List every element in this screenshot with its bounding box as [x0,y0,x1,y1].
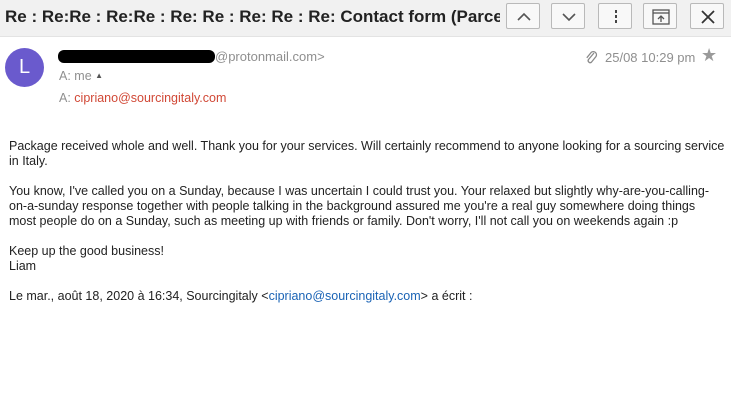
email-subject: Re : Re:Re : Re:Re : Re: Re : Re: Re : R… [5,7,500,26]
message-body: Package received whole and well. Thank y… [9,139,725,319]
paragraph-2: You know, I've called you on a Sunday, b… [9,184,710,228]
closing-line: Keep up the good business! [9,244,164,258]
recipient-row: A: me ▲ [59,69,103,83]
close-button[interactable] [690,3,724,29]
to-label: A: [59,69,71,83]
quote-prefix: Le mar., août 18, 2020 à 16:34, Sourcing… [9,289,269,303]
redacted-sender-name [58,50,215,63]
close-icon [701,10,715,24]
quote-email-link[interactable]: cipriano@sourcingitaly.com [269,289,421,303]
message-date: 25/08 10:29 pm [605,50,696,65]
chevron-down-icon [562,13,576,22]
quote-header: Le mar., août 18, 2020 à 16:34, Sourcing… [9,289,725,304]
details-caret-icon[interactable]: ▲ [95,71,103,80]
popout-icon [652,9,670,25]
paragraph-3: Keep up the good business! Liam [9,244,725,274]
cc-label: A: [59,91,71,105]
expand-button[interactable] [551,3,585,29]
collapse-button[interactable] [506,3,540,29]
sender-avatar[interactable]: L [5,48,44,87]
popout-button[interactable] [643,3,677,29]
title-bar: Re : Re:Re : Re:Re : Re: Re : Re: Re : R… [0,0,731,37]
quote-suffix: > a écrit : [420,289,473,303]
paragraph-1: Package received whole and well. Thank y… [9,139,725,168]
star-icon[interactable]: ★ [701,45,717,66]
signature: Liam [9,259,37,273]
vertical-dots-icon [615,10,617,23]
chevron-up-icon [517,12,531,21]
to-value: me [74,69,92,83]
sender-address: @protonmail.com> [215,49,325,64]
attachment-icon [586,51,598,64]
more-options-button[interactable] [598,3,632,29]
cc-address[interactable]: cipriano@sourcingitaly.com [74,91,226,105]
additional-recipient-row: A: cipriano@sourcingitaly.com [59,91,226,105]
